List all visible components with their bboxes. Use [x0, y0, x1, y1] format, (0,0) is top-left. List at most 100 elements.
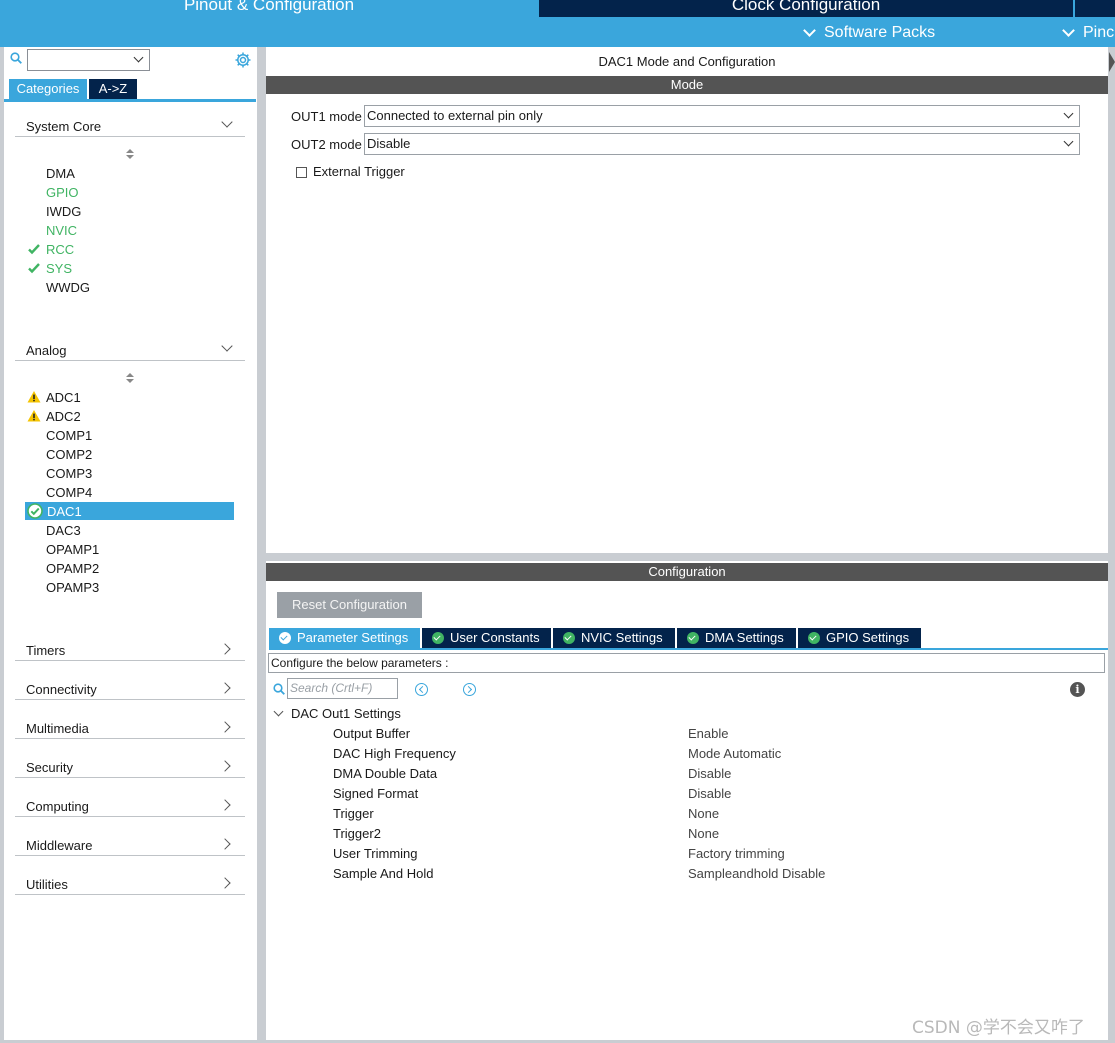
param-value[interactable]: Sampleandhold Disable [688, 866, 825, 881]
chevron-down-icon[interactable] [273, 706, 284, 717]
reset-configuration-button[interactable]: Reset Configuration [277, 592, 422, 618]
chevron-right-icon [219, 799, 231, 811]
out1-mode-select[interactable]: Connected to external pin only [364, 105, 1080, 127]
panel-splitter[interactable] [258, 47, 266, 1043]
peripheral-dma[interactable]: DMA [46, 164, 75, 183]
param-row[interactable]: Signed Format Disable [266, 786, 1108, 806]
param-value[interactable]: Disable [688, 766, 731, 781]
section-label: Analog [26, 343, 67, 358]
out2-mode-value: Disable [367, 136, 411, 151]
category-search-combo[interactable] [27, 49, 150, 71]
param-name: Trigger [333, 806, 374, 821]
section-security[interactable]: Security [15, 756, 245, 778]
peripheral-dac3[interactable]: DAC3 [46, 521, 81, 540]
peripheral-comp4[interactable]: COMP4 [46, 483, 92, 502]
sort-icon[interactable] [125, 373, 135, 385]
tab-parameter-settings[interactable]: Parameter Settings [269, 628, 420, 648]
pane-divider[interactable] [266, 553, 1108, 561]
external-trigger-checkbox[interactable] [296, 167, 307, 178]
peripheral-opamp2[interactable]: OPAMP2 [46, 559, 99, 578]
search-next-icon[interactable] [463, 683, 476, 696]
check-icon [28, 263, 40, 274]
search-previous-icon[interactable] [415, 683, 428, 696]
peripheral-comp1[interactable]: COMP1 [46, 426, 92, 445]
section-multimedia[interactable]: Multimedia [15, 717, 245, 739]
tab-a-to-z[interactable]: A->Z [89, 79, 137, 99]
peripheral-opamp1[interactable]: OPAMP1 [46, 540, 99, 559]
out1-mode-value: Connected to external pin only [367, 108, 543, 123]
peripheral-comp2[interactable]: COMP2 [46, 445, 92, 464]
pane-title: DAC1 Mode and Configuration [598, 54, 776, 69]
search-icon[interactable] [10, 52, 22, 64]
section-system-core[interactable]: System Core [15, 115, 245, 137]
watermark: CSDN @学不会又咋了 [912, 1018, 1085, 1038]
tab-gpio-settings[interactable]: GPIO Settings [798, 628, 921, 648]
peripheral-rcc[interactable]: RCC [46, 240, 74, 259]
chevron-right-icon [219, 838, 231, 850]
param-row[interactable]: Output Buffer Enable [266, 726, 1108, 746]
peripheral-adc2[interactable]: ADC2 [46, 407, 81, 426]
warning-icon [27, 391, 41, 403]
param-value[interactable]: None [688, 806, 719, 821]
check-icon [28, 244, 40, 255]
peripheral-adc1[interactable]: ADC1 [46, 388, 81, 407]
pinout-menu[interactable]: Pinc [1062, 22, 1114, 44]
tab-categories[interactable]: Categories [9, 79, 87, 99]
parameter-search-input[interactable]: Search (Crtl+F) [287, 678, 398, 699]
param-row[interactable]: Sample And Hold Sampleandhold Disable [266, 866, 1108, 886]
chevron-down-icon [803, 24, 816, 37]
out2-mode-label: OUT2 mode [291, 137, 362, 152]
param-value[interactable]: Mode Automatic [688, 746, 781, 761]
param-value[interactable]: Factory trimming [688, 846, 785, 861]
out2-mode-select[interactable]: Disable [364, 133, 1080, 155]
section-connectivity[interactable]: Connectivity [15, 678, 245, 700]
param-row[interactable]: Trigger None [266, 806, 1108, 826]
param-row[interactable]: User Trimming Factory trimming [266, 846, 1108, 866]
tab-project-manager[interactable] [1075, 0, 1115, 17]
chevron-down-icon [1063, 108, 1074, 119]
section-label: Timers [26, 643, 66, 658]
software-packs-menu[interactable]: Software Packs [803, 22, 935, 44]
chevron-down-icon [1063, 136, 1074, 147]
tab-user-constants[interactable]: User Constants [422, 628, 551, 648]
peripheral-iwdg[interactable]: IWDG [46, 202, 81, 221]
right-scroll-track[interactable] [1108, 47, 1115, 1043]
section-utilities[interactable]: Utilities [15, 873, 245, 895]
param-row[interactable]: DAC High Frequency Mode Automatic [266, 746, 1108, 766]
peripheral-gpio[interactable]: GPIO [46, 183, 79, 202]
param-value[interactable]: None [688, 826, 719, 841]
section-middleware[interactable]: Middleware [15, 834, 245, 856]
section-timers[interactable]: Timers [15, 639, 245, 661]
tab-label: DMA Settings [705, 630, 784, 645]
tab-pinout-configuration[interactable]: Pinout & Configuration [0, 0, 538, 17]
section-label: Utilities [26, 877, 68, 892]
peripheral-opamp3[interactable]: OPAMP3 [46, 578, 99, 597]
section-computing[interactable]: Computing [15, 795, 245, 817]
group-dac-out1-settings[interactable]: DAC Out1 Settings [291, 706, 401, 721]
param-value[interactable]: Disable [688, 786, 731, 801]
check-circle-icon [563, 632, 575, 644]
tab-dma-settings[interactable]: DMA Settings [677, 628, 796, 648]
category-view-tabs: Categories A->Z [4, 78, 256, 102]
check-circle-icon [279, 632, 291, 644]
peripheral-sys[interactable]: SYS [46, 259, 72, 278]
tab-nvic-settings[interactable]: NVIC Settings [553, 628, 675, 648]
param-name: DAC High Frequency [333, 746, 456, 761]
param-value[interactable]: Enable [688, 726, 728, 741]
sort-icon[interactable] [125, 149, 135, 161]
param-name: User Trimming [333, 846, 418, 861]
mode-pane: DAC1 Mode and Configuration Mode OUT1 mo… [266, 47, 1108, 553]
peripheral-wwdg[interactable]: WWDG [46, 278, 90, 297]
param-row[interactable]: DMA Double Data Disable [266, 766, 1108, 786]
gear-icon[interactable] [234, 51, 252, 69]
info-icon[interactable]: i [1070, 682, 1085, 697]
section-analog[interactable]: Analog [15, 339, 245, 361]
peripheral-comp3[interactable]: COMP3 [46, 464, 92, 483]
peripheral-dac1[interactable]: DAC1 [47, 502, 82, 521]
param-name: Signed Format [333, 786, 419, 801]
mode-header: Mode [266, 76, 1108, 94]
param-row[interactable]: Trigger2 None [266, 826, 1108, 846]
collapse-arrow-icon[interactable] [1109, 52, 1115, 72]
peripheral-nvic[interactable]: NVIC [46, 221, 77, 240]
tab-clock-configuration[interactable]: Clock Configuration [539, 0, 1073, 17]
